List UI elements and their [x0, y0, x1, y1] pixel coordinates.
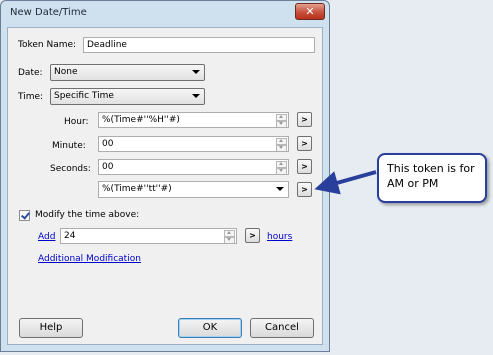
window-title: New Date/Time [10, 7, 87, 18]
hour-token-picker-button[interactable]: > [297, 112, 312, 127]
callout-arrow-icon [314, 170, 377, 195]
hour-label: Hour: [64, 117, 89, 127]
token-name-label: Token Name: [18, 40, 77, 50]
cancel-button[interactable]: Cancel [250, 318, 314, 338]
time-label: Time: [18, 92, 44, 102]
date-select-value: None [54, 67, 78, 77]
close-button[interactable]: ✕ [295, 3, 325, 20]
seconds-input[interactable]: 00 [98, 159, 289, 175]
token-name-input[interactable]: Deadline [83, 37, 315, 53]
seconds-value: 00 [102, 162, 114, 172]
date-label: Date: [18, 68, 43, 78]
spin-up-icon[interactable] [276, 138, 287, 145]
minute-token-picker-button[interactable]: > [297, 136, 312, 151]
time-select[interactable]: Specific Time [50, 88, 205, 105]
hour-spinner[interactable] [276, 114, 287, 127]
spin-up-icon[interactable] [276, 114, 287, 121]
amount-value: 24 [64, 231, 76, 241]
minute-input[interactable]: 00 [98, 136, 289, 152]
spin-down-icon[interactable] [224, 237, 235, 243]
date-select[interactable]: None [50, 64, 205, 81]
spin-up-icon[interactable] [276, 161, 287, 168]
minute-label: Minute: [52, 141, 86, 151]
hour-input[interactable]: %(Time#''%H''#) [98, 112, 289, 128]
unit-link[interactable]: hours [267, 232, 292, 242]
spin-up-icon[interactable] [224, 230, 235, 237]
seconds-token-picker-button[interactable]: > [297, 159, 312, 174]
ampm-combo[interactable]: %(Time#''tt''#) [98, 181, 289, 198]
minute-spinner[interactable] [276, 138, 287, 151]
chevron-down-icon [192, 94, 200, 98]
amount-spinner[interactable] [224, 230, 235, 243]
chevron-down-icon [192, 70, 200, 74]
chevron-down-icon[interactable] [276, 187, 284, 191]
minute-value: 00 [102, 139, 114, 149]
modify-time-checkbox[interactable] [19, 210, 30, 221]
time-select-value: Specific Time [54, 91, 114, 101]
spin-down-icon[interactable] [276, 121, 287, 127]
help-button[interactable]: Help [19, 318, 83, 338]
ampm-token-picker-button[interactable]: > [297, 182, 312, 197]
hour-value: %(Time#''%H''#) [102, 115, 180, 125]
spin-down-icon[interactable] [276, 145, 287, 151]
spin-down-icon[interactable] [276, 168, 287, 174]
ok-button[interactable]: OK [178, 318, 242, 338]
seconds-spinner[interactable] [276, 161, 287, 174]
annotation-callout: This token is for AM or PM [377, 153, 487, 203]
amount-token-picker-button[interactable]: > [245, 228, 260, 243]
seconds-label: Seconds: [50, 164, 91, 174]
modify-time-label: Modify the time above: [35, 210, 140, 220]
add-link[interactable]: Add [38, 232, 55, 242]
amount-input[interactable]: 24 [60, 228, 237, 244]
additional-modification-link[interactable]: Additional Modification [38, 254, 141, 264]
ampm-value: %(Time#''tt''#) [102, 184, 172, 194]
